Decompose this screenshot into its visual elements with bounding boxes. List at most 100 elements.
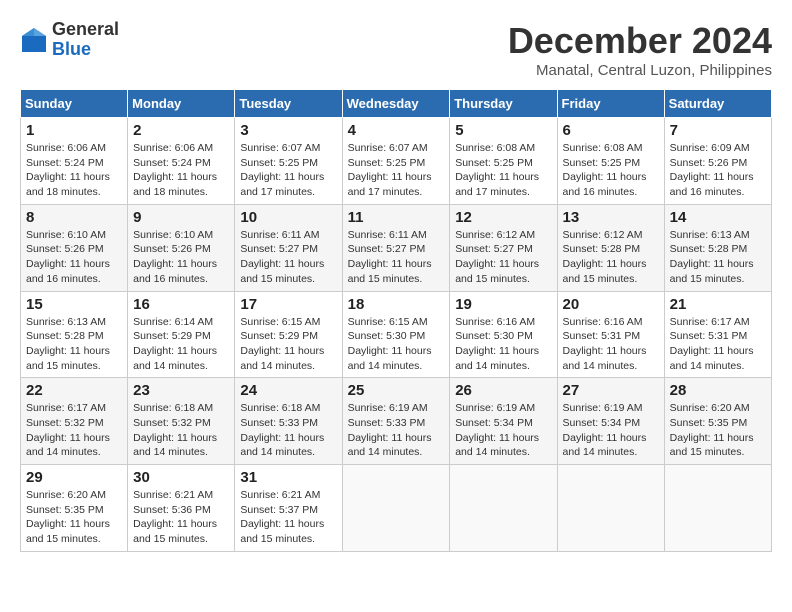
day-number: 21 — [670, 296, 766, 313]
day-number: 10 — [240, 209, 336, 226]
calendar-cell: 5 Sunrise: 6:08 AMSunset: 5:25 PMDaylight… — [450, 118, 557, 205]
calendar-cell: 14 Sunrise: 6:13 AMSunset: 5:28 PMDayligh… — [664, 204, 771, 291]
day-number: 24 — [240, 382, 336, 399]
calendar-cell — [342, 465, 450, 552]
calendar-cell: 28 Sunrise: 6:20 AMSunset: 5:35 PMDayligh… — [664, 378, 771, 465]
calendar-cell: 18 Sunrise: 6:15 AMSunset: 5:30 PMDayligh… — [342, 291, 450, 378]
day-info: Sunrise: 6:17 AMSunset: 5:32 PMDaylight:… — [26, 401, 122, 460]
day-info: Sunrise: 6:19 AMSunset: 5:34 PMDaylight:… — [455, 401, 551, 460]
logo-text: General Blue — [52, 20, 119, 60]
day-info: Sunrise: 6:14 AMSunset: 5:29 PMDaylight:… — [133, 315, 229, 374]
calendar-cell: 27 Sunrise: 6:19 AMSunset: 5:34 PMDayligh… — [557, 378, 664, 465]
day-info: Sunrise: 6:11 AMSunset: 5:27 PMDaylight:… — [348, 228, 445, 287]
day-info: Sunrise: 6:13 AMSunset: 5:28 PMDaylight:… — [670, 228, 766, 287]
day-info: Sunrise: 6:06 AMSunset: 5:24 PMDaylight:… — [133, 141, 229, 200]
day-info: Sunrise: 6:13 AMSunset: 5:28 PMDaylight:… — [26, 315, 122, 374]
day-info: Sunrise: 6:17 AMSunset: 5:31 PMDaylight:… — [670, 315, 766, 374]
day-info: Sunrise: 6:10 AMSunset: 5:26 PMDaylight:… — [133, 228, 229, 287]
calendar-body: 1 Sunrise: 6:06 AMSunset: 5:24 PMDaylight… — [21, 118, 772, 552]
day-info: Sunrise: 6:15 AMSunset: 5:29 PMDaylight:… — [240, 315, 336, 374]
day-info: Sunrise: 6:07 AMSunset: 5:25 PMDaylight:… — [240, 141, 336, 200]
day-number: 15 — [26, 296, 122, 313]
day-info: Sunrise: 6:09 AMSunset: 5:26 PMDaylight:… — [670, 141, 766, 200]
day-number: 8 — [26, 209, 122, 226]
month-title: December 2024 — [508, 20, 772, 62]
calendar-cell: 12Sunrise: 6:12 AMSunset: 5:27 PMDayligh… — [450, 204, 557, 291]
day-info: Sunrise: 6:08 AMSunset: 5:25 PMDaylight:… — [455, 141, 551, 200]
calendar-cell: 15 Sunrise: 6:13 AMSunset: 5:28 PMDayligh… — [21, 291, 128, 378]
day-number: 22 — [26, 382, 122, 399]
day-info: Sunrise: 6:19 AMSunset: 5:33 PMDaylight:… — [348, 401, 445, 460]
calendar-cell: 1 Sunrise: 6:06 AMSunset: 5:24 PMDaylight… — [21, 118, 128, 205]
calendar-cell: 4Sunrise: 6:07 AMSunset: 5:25 PMDaylight… — [342, 118, 450, 205]
location: Manatal, Central Luzon, Philippines — [508, 62, 772, 79]
day-info: Sunrise: 6:15 AMSunset: 5:30 PMDaylight:… — [348, 315, 445, 374]
day-number: 12 — [455, 209, 551, 226]
weekday-header: Saturday — [664, 90, 771, 118]
day-number: 9 — [133, 209, 229, 226]
calendar-cell: 2 Sunrise: 6:06 AMSunset: 5:24 PMDaylight… — [128, 118, 235, 205]
calendar-cell: 13 Sunrise: 6:12 AMSunset: 5:28 PMDayligh… — [557, 204, 664, 291]
day-info: Sunrise: 6:11 AMSunset: 5:27 PMDaylight:… — [240, 228, 336, 287]
day-number: 25 — [348, 382, 445, 399]
calendar-cell — [664, 465, 771, 552]
weekday-header: Friday — [557, 90, 664, 118]
calendar-cell: 24 Sunrise: 6:18 AMSunset: 5:33 PMDayligh… — [235, 378, 342, 465]
day-info: Sunrise: 6:16 AMSunset: 5:30 PMDaylight:… — [455, 315, 551, 374]
day-info: Sunrise: 6:20 AMSunset: 5:35 PMDaylight:… — [670, 401, 766, 460]
day-number: 2 — [133, 122, 229, 139]
calendar-header-row: SundayMondayTuesdayWednesdayThursdayFrid… — [21, 90, 772, 118]
calendar-cell: 16Sunrise: 6:14 AMSunset: 5:29 PMDayligh… — [128, 291, 235, 378]
day-info: Sunrise: 6:08 AMSunset: 5:25 PMDaylight:… — [563, 141, 659, 200]
day-number: 17 — [240, 296, 336, 313]
day-number: 1 — [26, 122, 122, 139]
weekday-header: Sunday — [21, 90, 128, 118]
weekday-header: Monday — [128, 90, 235, 118]
day-number: 19 — [455, 296, 551, 313]
calendar-week-row: 8 Sunrise: 6:10 AMSunset: 5:26 PMDaylight… — [21, 204, 772, 291]
day-number: 27 — [563, 382, 659, 399]
day-number: 6 — [563, 122, 659, 139]
calendar-week-row: 1 Sunrise: 6:06 AMSunset: 5:24 PMDaylight… — [21, 118, 772, 205]
day-info: Sunrise: 6:18 AMSunset: 5:33 PMDaylight:… — [240, 401, 336, 460]
calendar-cell: 20Sunrise: 6:16 AMSunset: 5:31 PMDayligh… — [557, 291, 664, 378]
calendar-cell: 25 Sunrise: 6:19 AMSunset: 5:33 PMDayligh… — [342, 378, 450, 465]
day-number: 26 — [455, 382, 551, 399]
weekday-header: Thursday — [450, 90, 557, 118]
day-number: 7 — [670, 122, 766, 139]
day-number: 13 — [563, 209, 659, 226]
day-number: 28 — [670, 382, 766, 399]
day-info: Sunrise: 6:18 AMSunset: 5:32 PMDaylight:… — [133, 401, 229, 460]
day-number: 30 — [133, 469, 229, 486]
day-info: Sunrise: 6:12 AMSunset: 5:28 PMDaylight:… — [563, 228, 659, 287]
weekday-header: Tuesday — [235, 90, 342, 118]
day-number: 14 — [670, 209, 766, 226]
day-number: 29 — [26, 469, 122, 486]
day-number: 23 — [133, 382, 229, 399]
day-info: Sunrise: 6:07 AMSunset: 5:25 PMDaylight:… — [348, 141, 445, 200]
day-number: 5 — [455, 122, 551, 139]
calendar-cell: 6 Sunrise: 6:08 AMSunset: 5:25 PMDaylight… — [557, 118, 664, 205]
calendar-week-row: 29 Sunrise: 6:20 AMSunset: 5:35 PMDayligh… — [21, 465, 772, 552]
day-info: Sunrise: 6:20 AMSunset: 5:35 PMDaylight:… — [26, 488, 122, 547]
day-number: 18 — [348, 296, 445, 313]
day-info: Sunrise: 6:21 AMSunset: 5:36 PMDaylight:… — [133, 488, 229, 547]
day-number: 3 — [240, 122, 336, 139]
calendar-cell: 17 Sunrise: 6:15 AMSunset: 5:29 PMDayligh… — [235, 291, 342, 378]
day-info: Sunrise: 6:19 AMSunset: 5:34 PMDaylight:… — [563, 401, 659, 460]
weekday-header: Wednesday — [342, 90, 450, 118]
calendar-cell: 11 Sunrise: 6:11 AMSunset: 5:27 PMDayligh… — [342, 204, 450, 291]
calendar-cell: 9 Sunrise: 6:10 AMSunset: 5:26 PMDaylight… — [128, 204, 235, 291]
calendar-week-row: 15 Sunrise: 6:13 AMSunset: 5:28 PMDayligh… — [21, 291, 772, 378]
day-info: Sunrise: 6:21 AMSunset: 5:37 PMDaylight:… — [240, 488, 336, 547]
calendar-cell: 30 Sunrise: 6:21 AMSunset: 5:36 PMDayligh… — [128, 465, 235, 552]
calendar-cell: 10 Sunrise: 6:11 AMSunset: 5:27 PMDayligh… — [235, 204, 342, 291]
calendar-cell — [450, 465, 557, 552]
calendar-cell: 3 Sunrise: 6:07 AMSunset: 5:25 PMDaylight… — [235, 118, 342, 205]
day-number: 11 — [348, 209, 445, 226]
logo-icon — [20, 26, 48, 54]
calendar-cell: 8Sunrise: 6:10 AMSunset: 5:26 PMDaylight… — [21, 204, 128, 291]
day-number: 20 — [563, 296, 659, 313]
calendar-cell: 21 Sunrise: 6:17 AMSunset: 5:31 PMDayligh… — [664, 291, 771, 378]
day-info: Sunrise: 6:06 AMSunset: 5:24 PMDaylight:… — [26, 141, 122, 200]
